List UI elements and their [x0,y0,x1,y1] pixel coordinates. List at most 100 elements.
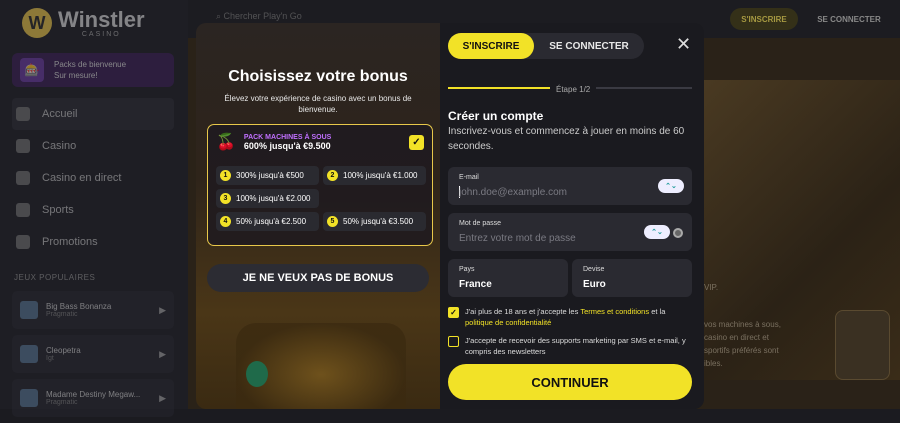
tab-register[interactable]: S'INSCRIRE [448,33,534,59]
slot-icon: 🎰 [20,58,44,82]
option-number: 3 [220,193,231,204]
play-icon[interactable]: ▶ [159,305,166,316]
sidebar-item-label: Accueil [42,108,78,120]
search-input[interactable]: ⌕ Chercher Play'n Go [216,11,302,22]
popular-games-list: Big Bass Bonanza Pragmatic ▶ Cleopetra Igt ▶… [12,291,174,423]
welcome-pack-banner[interactable]: 🎰 Packs de bienvenue Sur mesure! [12,53,174,87]
bonus-subtitle: Élevez votre expérience de casino avec u… [224,94,412,114]
terms-checkbox[interactable]: ✓ [448,307,459,318]
option-number: 4 [220,216,231,227]
bonus-pack-card[interactable]: 🍒 PACK MACHINES À SOUS 600% jusqu'à €9.5… [207,124,433,246]
promo-line1: Packs de bienvenue [54,60,127,69]
sidebar-item-label: Sports [42,204,74,216]
terms-text: J'ai plus de 18 ans et j'accepte les Ter… [465,307,666,327]
password-placeholder: Entrez votre mot de passe [459,233,576,244]
logo-text: Winstler [58,6,145,32]
pack-amount: 600% jusqu'à €9.500 [243,140,331,151]
currency-value: Euro [583,279,606,290]
game-thumbnail [20,389,38,407]
game-name: Cleopetra [46,346,81,355]
tab-login[interactable]: SE CONNECTER [534,33,644,59]
email-field[interactable]: E-mail john.doe@example.com ⌃⌄ [448,167,692,205]
currency-select[interactable]: Devise Euro [572,259,692,297]
bonus-title: Choisissez votre bonus [228,68,408,85]
marketing-checkbox[interactable] [448,336,459,347]
bonus-panel: Choisissez votre bonus Élevez votre expé… [196,23,440,409]
topbar-register-button[interactable]: S'INSCRIRE [730,8,798,30]
form-title: Créer un compte [448,109,544,123]
game-name: Big Bass Bonanza [46,302,112,311]
sidebar-item-label: Promotions [42,236,98,248]
option-text: 100% jusqu'à €1.000 [343,171,418,180]
sidebar-item-label: Casino en direct [42,172,122,184]
game-thumbnail [20,345,38,363]
topbar-login-button[interactable]: SE CONNECTER [806,8,892,30]
game-provider: Igt [46,355,54,362]
logo-subtext: CASINO [81,30,121,38]
continue-button[interactable]: CONTINUER [448,364,692,400]
autofill-icon[interactable]: ⌃⌄ [644,225,670,239]
sidebar-item-sports[interactable]: Sports [12,194,174,226]
sidebar-item-casino[interactable]: Casino [12,130,174,162]
sidebar-item-label: Casino [42,140,77,152]
background-game-card[interactable] [835,310,890,380]
sports-icon [16,203,30,217]
live-casino-icon [16,171,30,185]
no-bonus-button[interactable]: JE NE VEUX PAS DE BONUS [207,264,429,292]
game-item[interactable]: Big Bass Bonanza Pragmatic ▶ [12,291,174,329]
step-indicator: Étape 1/2 [550,85,597,94]
bonus-option: 4 50% jusqu'à €2.500 [216,212,319,231]
search-icon: ⌕ [216,11,224,21]
bonus-option: 5 50% jusqu'à €3.500 [323,212,426,231]
game-provider: Pragmatic [46,399,78,406]
country-select[interactable]: Pays France [448,259,568,297]
signup-form: S'INSCRIRE SE CONNECTER ✕ Étape 1/2 Crée… [440,23,704,409]
bonus-option: 1 300% jusqu'à €500 [216,166,319,185]
casino-icon [16,139,30,153]
option-text: 50% jusqu'à €2.500 [236,217,307,226]
close-icon[interactable]: ✕ [676,35,691,53]
brand-logo[interactable]: W Winstler CASINO [22,8,145,38]
home-icon [16,107,30,121]
sidebar-nav: Accueil Casino Casino en direct Sports P… [12,98,174,258]
play-icon[interactable]: ▶ [159,349,166,360]
pack-selected-checkbox[interactable]: ✓ [409,135,424,150]
promo-line2: Sur mesure! [54,71,98,80]
game-name: Madame Destiny Megaw... [46,390,141,399]
currency-label: Devise [583,266,605,273]
game-item[interactable]: Cleopetra Igt ▶ [12,335,174,373]
bonus-option: 2 100% jusqu'à €1.000 [323,166,426,185]
bonus-option: 3 100% jusqu'à €2.000 [216,189,319,208]
background-vip-text: VIP. [704,283,719,292]
option-text: 100% jusqu'à €2.000 [236,194,311,203]
game-provider: Pragmatic [46,311,78,318]
terms-link[interactable]: Termes et conditions [580,307,649,316]
game-item[interactable]: Madame Destiny Megaw... Pragmatic ▶ [12,379,174,417]
eye-icon[interactable] [673,228,683,238]
option-text: 300% jusqu'à €500 [236,171,304,180]
search-placeholder: Chercher Play'n Go [223,11,302,21]
autofill-icon[interactable]: ⌃⌄ [658,179,684,193]
option-text: 50% jusqu'à €3.500 [343,217,414,226]
sidebar-item-home[interactable]: Accueil [12,98,174,130]
privacy-link[interactable]: politique de confidentialité [465,318,551,327]
cherry-icon: 🍒 [216,134,236,151]
terms-consent: ✓ J'ai plus de 18 ans et j'accepte les T… [448,306,692,328]
logo-mark: W [22,8,52,38]
play-icon[interactable]: ▶ [159,393,166,404]
option-number: 1 [220,170,231,181]
sidebar-item-live-casino[interactable]: Casino en direct [12,162,174,194]
option-number: 5 [327,216,338,227]
signup-modal: Choisissez votre bonus Élevez votre expé… [196,23,704,409]
auth-tabs: S'INSCRIRE SE CONNECTER [448,33,644,59]
sidebar-item-promotions[interactable]: Promotions [12,226,174,258]
email-label: E-mail [459,174,479,181]
gift-icon [16,235,30,249]
popular-games-title: JEUX POPULAIRES [14,273,96,282]
password-field[interactable]: Mot de passe Entrez votre mot de passe ⌃… [448,213,692,251]
background-text: vos machines à sous, casino en direct et… [704,320,781,368]
pack-label: PACK MACHINES À SOUS [243,133,332,141]
email-placeholder: john.doe@example.com [459,187,567,198]
marketing-consent: J'accepte de recevoir des supports marke… [448,335,692,357]
password-label: Mot de passe [459,220,502,227]
